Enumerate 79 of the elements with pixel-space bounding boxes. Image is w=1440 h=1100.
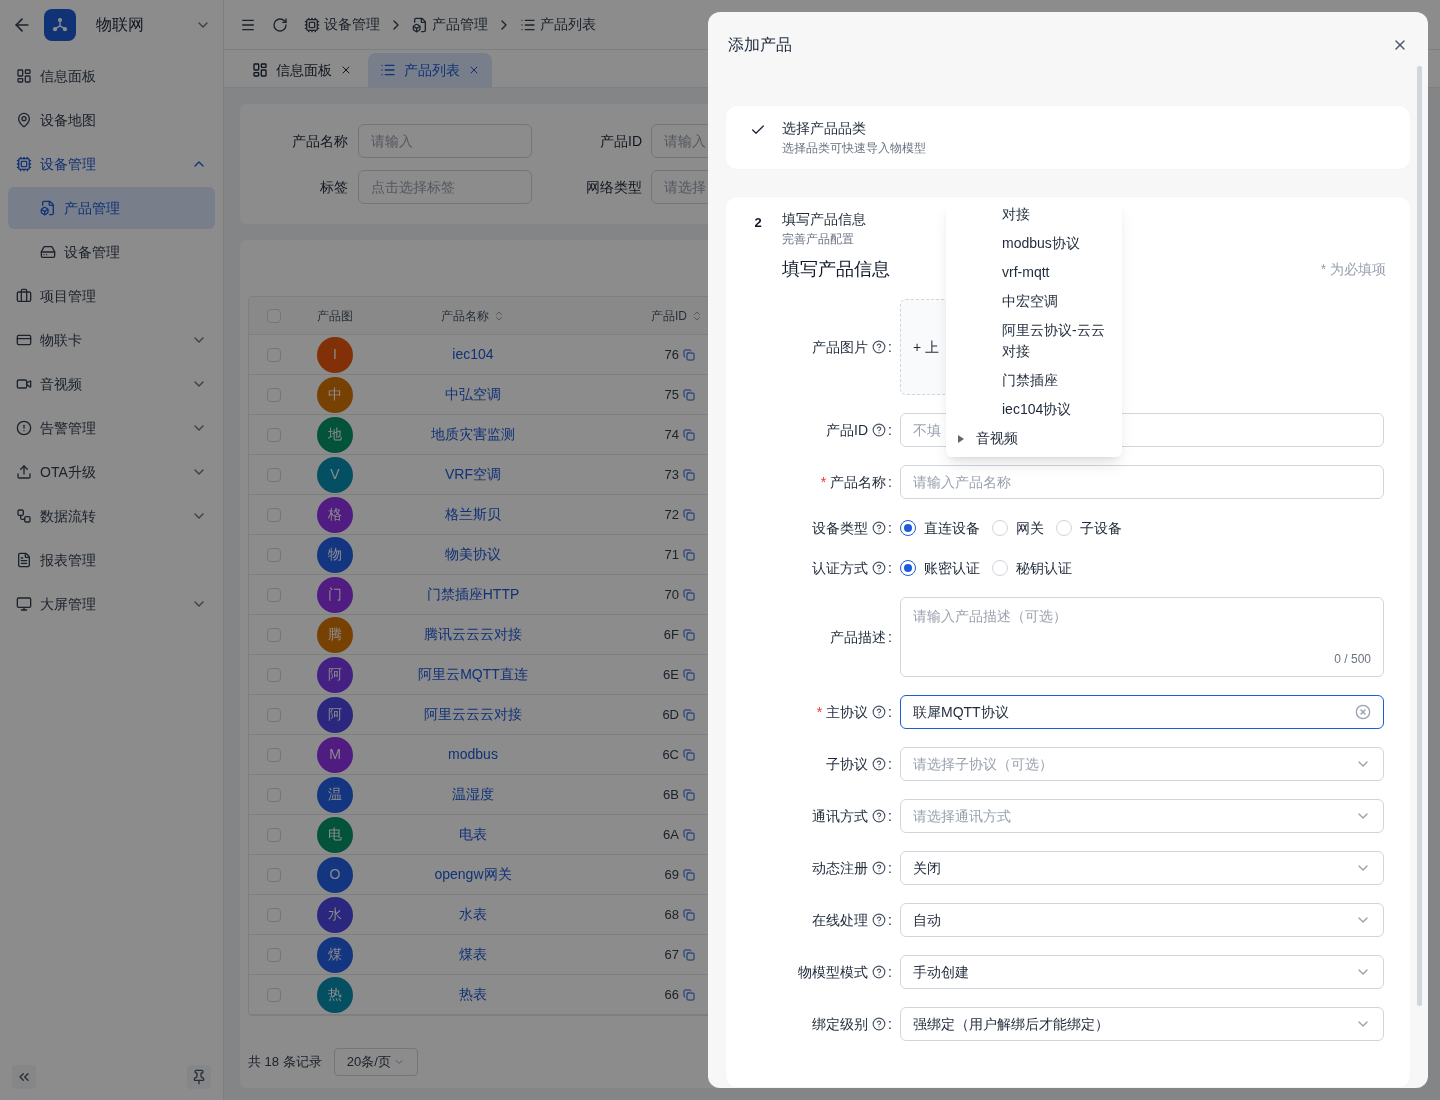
field-label: 产品ID — [826, 420, 869, 440]
product-avatar: 中 — [317, 376, 353, 413]
product-avatar: 地 — [317, 416, 353, 453]
label-colon: : — [888, 962, 892, 982]
filter-label: 产品ID — [599, 131, 642, 151]
table-cell-text: 73 — [664, 465, 679, 484]
table-cell-text: 72 — [664, 505, 679, 524]
char-counter: 0 / 500 — [1334, 651, 1371, 668]
table-cell-text: 67 — [664, 945, 679, 964]
table-cell-text: 71 — [664, 545, 679, 564]
table-cell-text: 66 — [664, 985, 679, 1004]
field-label: 产品图片 — [812, 337, 869, 357]
product-avatar: 热 — [317, 976, 353, 1013]
table-cell-text: 75 — [664, 385, 679, 404]
required-mark: * — [820, 472, 827, 492]
field-label: 产品描述 — [830, 627, 887, 647]
label-colon: : — [888, 337, 892, 357]
product-avatar: 温 — [317, 776, 353, 813]
field-label: 在线处理 — [812, 910, 869, 930]
label-colon: : — [888, 518, 892, 538]
field-label: 物模型模式 — [798, 962, 869, 982]
label-colon: : — [888, 472, 892, 492]
table-cell-text: 6C — [662, 745, 679, 764]
product-avatar: V — [317, 456, 353, 493]
table-cell-text: 6F — [663, 625, 679, 644]
dialog-title: 添加产品 — [728, 35, 792, 55]
field-label: 认证方式 — [812, 558, 869, 578]
product-avatar: 阿 — [317, 656, 353, 693]
total-count: 共 18 条记录 — [248, 1053, 322, 1072]
table-cell-text: 76 — [664, 345, 679, 364]
required-mark: * — [816, 702, 823, 722]
field-label: 绑定级别 — [812, 1014, 869, 1034]
label-colon: : — [888, 754, 892, 774]
placeholder-text: 请输入产品描述（可选） — [913, 607, 1067, 626]
product-avatar: 阿 — [317, 696, 353, 733]
product-avatar: 物 — [317, 536, 353, 573]
product-avatar: I — [317, 336, 353, 373]
product-avatar: 电 — [317, 816, 353, 853]
field-label: 主协议 — [826, 702, 869, 722]
product-avatar: 格 — [317, 496, 353, 533]
table-cell-text: 6A — [663, 825, 679, 844]
field-label: 子协议 — [826, 754, 869, 774]
form-title: 填写产品信息 — [782, 258, 890, 281]
step-title: 填写产品信息 — [782, 210, 866, 229]
filter-label: 网络类型 — [585, 177, 642, 197]
product-avatar: O — [317, 856, 353, 893]
table-cell-text: 6D — [662, 705, 679, 724]
field-label: 产品名称 — [830, 472, 887, 492]
field-label: 动态注册 — [812, 858, 869, 878]
table-cell-text: 68 — [664, 905, 679, 924]
table-cell-text: 6B — [663, 785, 679, 804]
product-avatar: 水 — [317, 896, 353, 933]
product-avatar: 门 — [317, 576, 353, 613]
table-cell-text: 69 — [664, 865, 679, 884]
step-subtitle: 选择品类可快速导入物模型 — [782, 140, 926, 157]
label-colon: : — [888, 1014, 892, 1034]
field-label: 设备类型 — [812, 518, 869, 538]
product-avatar: 腾 — [317, 616, 353, 653]
label-colon: : — [888, 910, 892, 930]
label-colon: : — [888, 627, 892, 647]
label-colon: : — [888, 806, 892, 826]
field-label: 通讯方式 — [812, 806, 869, 826]
step-number: 2 — [754, 214, 762, 232]
table-cell-text: 70 — [664, 585, 679, 604]
app-title: 物联网 — [96, 15, 145, 35]
product-avatar: M — [317, 736, 353, 773]
label-colon: : — [888, 558, 892, 578]
step-subtitle: 完善产品配置 — [782, 231, 855, 248]
product-avatar: 煤 — [317, 936, 353, 973]
filter-label: 产品名称 — [291, 131, 348, 151]
filter-label: 标签 — [319, 177, 348, 197]
column-header: 产品图 — [317, 307, 353, 325]
label-colon: : — [888, 420, 892, 440]
table-cell-text: 74 — [664, 425, 679, 444]
step-title: 选择产品品类 — [782, 119, 867, 138]
table-cell-text: 6E — [663, 665, 679, 684]
required-note: * 为必填项 — [1320, 260, 1386, 279]
label-colon: : — [888, 702, 892, 722]
label-colon: : — [888, 858, 892, 878]
